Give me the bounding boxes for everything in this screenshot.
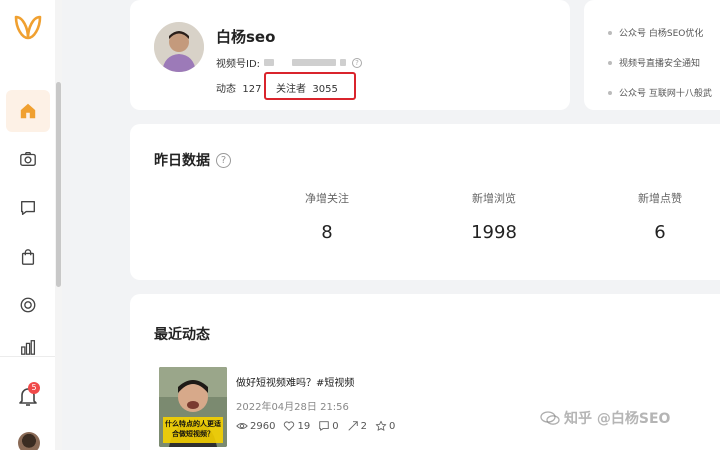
share-icon bbox=[347, 421, 358, 431]
post-title[interactable]: 做好短视频难吗？#短视频 bbox=[236, 374, 354, 389]
views-metric: 2960 bbox=[236, 420, 275, 432]
posts-label: 动态 bbox=[216, 84, 236, 95]
user-avatar-mini[interactable] bbox=[18, 432, 40, 450]
followers-label: 关注者 bbox=[276, 84, 306, 95]
profile-id-label: 视频号ID: bbox=[216, 59, 261, 70]
comments-metric: 0 bbox=[318, 420, 339, 432]
notifications-button[interactable]: 5 bbox=[16, 382, 40, 408]
notice-item[interactable]: 视频号直播安全通知 bbox=[608, 56, 712, 86]
stat-value: 1998 bbox=[471, 222, 517, 243]
post-thumbnail[interactable]: 什么特点的人更适合做短视频？ bbox=[159, 367, 227, 447]
eye-icon bbox=[236, 422, 248, 430]
notice-item[interactable]: 公众号 互联网十八般武 bbox=[608, 86, 712, 116]
thumbnail-caption: 什么特点的人更适合做短视频？ bbox=[165, 420, 221, 438]
home-icon bbox=[20, 103, 36, 119]
sidebar-item-home[interactable] bbox=[6, 90, 50, 132]
stat-new-followers: 净增关注 8 bbox=[267, 190, 387, 243]
avatar[interactable] bbox=[154, 22, 204, 72]
favorites-metric: 0 bbox=[375, 420, 395, 432]
recent-title: 最近动态 bbox=[154, 327, 210, 343]
sidebar-item-target[interactable] bbox=[6, 284, 50, 326]
sidebar-divider bbox=[0, 356, 55, 357]
notice-list: 公众号 白杨SEO优化 视频号直播安全通知 公众号 互联网十八般武 bbox=[608, 26, 712, 116]
stat-label: 净增关注 bbox=[305, 192, 349, 205]
stat-value: 6 bbox=[654, 222, 666, 243]
app-logo[interactable] bbox=[13, 14, 43, 42]
posts-count: 动态 127 bbox=[216, 80, 261, 95]
stat-label: 新增浏览 bbox=[472, 192, 516, 205]
target-icon bbox=[20, 297, 36, 313]
profile-card: 白杨seo 视频号ID: ? 动态 127 关注者 3055 bbox=[130, 0, 570, 110]
followers-count: 关注者 3055 bbox=[276, 80, 338, 95]
notice-card: 公众号 白杨SEO优化 视频号直播安全通知 公众号 互联网十八般武 bbox=[584, 0, 720, 110]
comment-icon bbox=[319, 421, 329, 431]
watermark: 知乎 @白杨SEO bbox=[540, 408, 670, 428]
likes-metric: 19 bbox=[283, 420, 310, 432]
profile-name: 白杨seo bbox=[216, 28, 276, 46]
redacted-id bbox=[340, 59, 347, 66]
shopping-bag-icon bbox=[21, 249, 35, 265]
message-icon bbox=[21, 201, 35, 215]
stat-new-views: 新增浏览 1998 bbox=[434, 190, 554, 243]
notification-badge: 5 bbox=[28, 382, 40, 394]
yesterday-stats-card: 昨日数据 ? 净增关注 8 新增浏览 1998 新增点赞 6 bbox=[130, 124, 720, 280]
sidebar: 5 bbox=[0, 0, 62, 450]
sidebar-scroll-thumb[interactable] bbox=[56, 82, 61, 287]
profile-id: 视频号ID: ? bbox=[216, 55, 363, 70]
stat-new-likes: 新增点赞 6 bbox=[600, 190, 720, 243]
star-icon bbox=[375, 420, 387, 431]
sidebar-item-shop[interactable] bbox=[6, 236, 50, 278]
followers-value: 3055 bbox=[312, 84, 338, 95]
help-icon[interactable]: ? bbox=[352, 57, 363, 68]
sidebar-item-analytics[interactable] bbox=[6, 326, 50, 368]
shares-metric: 2 bbox=[347, 420, 367, 432]
wechat-icon bbox=[540, 411, 560, 425]
camera-icon bbox=[20, 152, 36, 166]
stats-title: 昨日数据 ? bbox=[154, 150, 231, 170]
help-icon[interactable]: ? bbox=[216, 152, 231, 168]
post-date: 2022年04月28日 21:56 bbox=[236, 402, 349, 413]
notice-item[interactable]: 公众号 白杨SEO优化 bbox=[608, 26, 712, 56]
stat-label: 新增点赞 bbox=[638, 192, 682, 205]
redacted-id bbox=[264, 59, 275, 66]
redacted-id bbox=[292, 59, 337, 66]
posts-value: 127 bbox=[242, 84, 262, 95]
bar-chart-icon bbox=[21, 340, 36, 355]
post-metrics: 2960 19 0 2 0 bbox=[236, 420, 403, 432]
stat-value: 8 bbox=[321, 222, 333, 243]
sidebar-item-messages[interactable] bbox=[6, 187, 50, 229]
heart-icon bbox=[284, 421, 295, 431]
sidebar-item-camera[interactable] bbox=[6, 138, 50, 180]
